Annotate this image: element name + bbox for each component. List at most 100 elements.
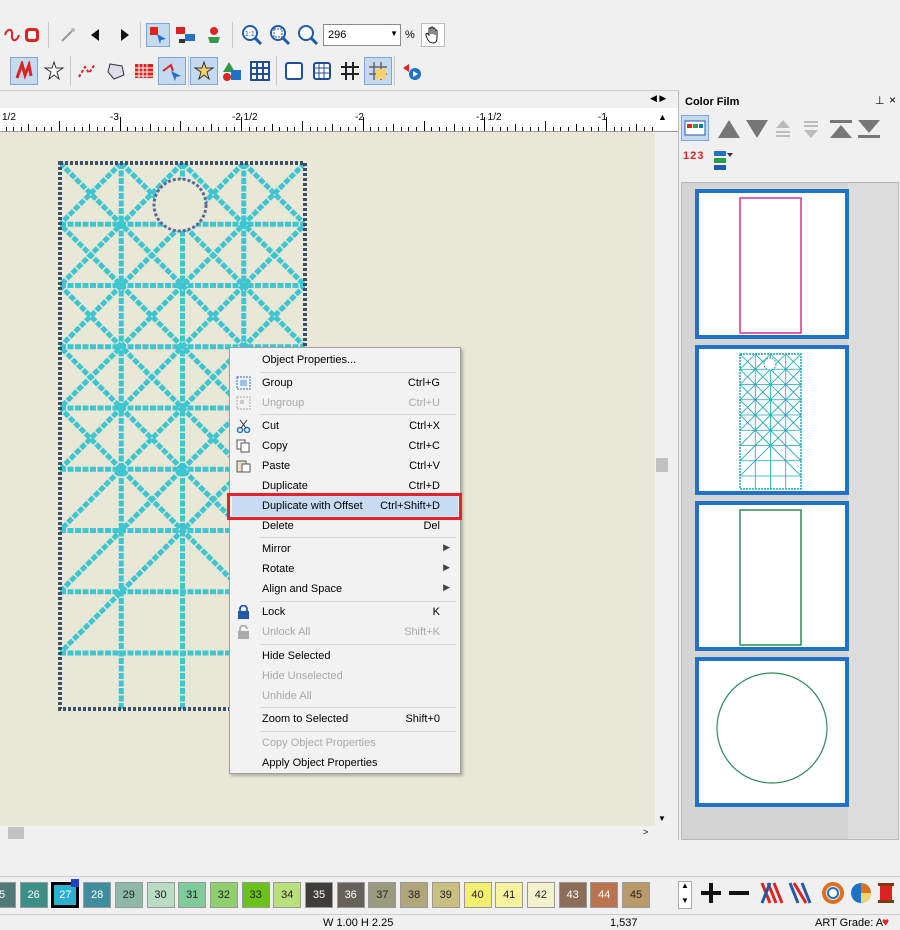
motif-star-icon[interactable] xyxy=(190,57,218,85)
palette-swatch[interactable]: 28 xyxy=(83,882,112,908)
edit-points-icon[interactable] xyxy=(158,57,186,85)
next-object-icon[interactable] xyxy=(112,23,136,47)
chevron-down-icon[interactable]: ▼ xyxy=(390,29,398,38)
hoop-grid-icon[interactable] xyxy=(308,57,336,85)
order-label[interactable]: 1 2 3 xyxy=(683,150,703,162)
palette-swatch[interactable]: 31 xyxy=(178,882,207,908)
chevron-down-icon[interactable]: ▼ xyxy=(681,896,689,905)
film-card-grid-teal[interactable] xyxy=(695,345,849,495)
move-down-one-icon[interactable] xyxy=(803,119,819,142)
film-card-rectangle-pink[interactable] xyxy=(695,189,849,339)
menu-item-align-and-space[interactable]: Align and Space ▶ xyxy=(232,579,458,599)
scrollbar-thumb[interactable] xyxy=(656,458,668,472)
move-to-bottom-icon[interactable] xyxy=(857,119,881,142)
film-view-button[interactable] xyxy=(681,115,709,141)
film-card-rectangle-green[interactable] xyxy=(695,501,849,651)
appliance-icon[interactable] xyxy=(202,23,226,47)
menu-item-copy[interactable]: Copy Ctrl+C xyxy=(232,436,458,456)
palette-swatch[interactable]: 35 xyxy=(305,882,333,908)
zoom-fit-icon[interactable] xyxy=(268,23,292,47)
running-stitch-icon[interactable] xyxy=(74,57,102,85)
palette-swatch[interactable]: 39 xyxy=(431,882,460,908)
palette-swatch[interactable]: 34 xyxy=(273,882,302,908)
color-wheel-icon[interactable] xyxy=(822,882,844,907)
fill-pattern-icon[interactable] xyxy=(130,57,158,85)
stitch-player-icon[interactable] xyxy=(398,57,426,85)
vertical-scrollbar[interactable]: ▼ xyxy=(655,132,669,826)
zoom-actual-size-icon[interactable]: 1:1 xyxy=(240,23,264,47)
palette-swatch[interactable]: 29 xyxy=(114,882,143,908)
ruler-tick xyxy=(424,121,425,131)
move-down-icon[interactable] xyxy=(745,119,769,142)
submenu-arrow-icon: ▶ xyxy=(443,542,450,552)
palette-scroll[interactable]: ▲ ▼ xyxy=(678,881,692,909)
satin-stitch-icon[interactable] xyxy=(10,57,38,85)
magic-wand-icon[interactable] xyxy=(56,23,80,47)
menu-item-ungroup[interactable]: Ungroup Ctrl+U xyxy=(232,393,458,413)
close-icon[interactable]: × xyxy=(889,93,896,107)
menu-item-copy-object-properties[interactable]: Copy Object Properties xyxy=(232,733,458,753)
thread-chart-icon[interactable] xyxy=(760,881,784,908)
grid-fill-icon[interactable] xyxy=(246,57,274,85)
scroll-right-icon[interactable]: > xyxy=(643,827,648,837)
palette-swatch[interactable]: 26 xyxy=(19,882,48,908)
move-up-one-icon[interactable] xyxy=(775,119,791,142)
scrollbar-thumb[interactable] xyxy=(8,827,24,839)
color-order-icon[interactable] xyxy=(713,150,733,175)
palette-swatch[interactable]: 37 xyxy=(368,882,397,908)
grid-icon[interactable] xyxy=(336,57,364,85)
guide-grid-icon[interactable] xyxy=(364,57,392,85)
zoom-icon[interactable] xyxy=(296,23,320,47)
menu-item-cut[interactable]: Cut Ctrl+X xyxy=(232,416,458,436)
palette-swatch[interactable]: 30 xyxy=(146,882,175,908)
palette-swatch[interactable]: 32 xyxy=(209,882,238,908)
palette-swatch[interactable]: 42 xyxy=(526,882,555,908)
menu-item-apply-object-properties[interactable]: Apply Object Properties xyxy=(232,753,458,773)
thread-swap-icon[interactable] xyxy=(788,881,812,908)
scroll-up-icon[interactable]: ▲ xyxy=(658,112,667,122)
menu-item-group[interactable]: Group Ctrl+G xyxy=(232,373,458,393)
menu-item-object-properties[interactable]: Object Properties... xyxy=(232,350,458,370)
menu-item-zoom-to-selected[interactable]: Zoom to Selected Shift+0 xyxy=(232,709,458,729)
menu-item-paste[interactable]: Paste Ctrl+V xyxy=(232,456,458,476)
menu-item-unhide-all[interactable]: Unhide All xyxy=(232,686,458,706)
flower-frame-icon[interactable] xyxy=(20,23,44,47)
menu-item-lock[interactable]: Lock K xyxy=(232,602,458,622)
menu-item-hide-selected[interactable]: Hide Selected xyxy=(232,646,458,666)
add-color-icon[interactable] xyxy=(700,882,722,907)
palette-swatch[interactable]: 44 xyxy=(590,882,619,908)
horizontal-scrollbar[interactable]: > xyxy=(0,826,669,840)
scroll-left-icon[interactable]: ◀ ▶ xyxy=(650,93,666,104)
hoop-frame-icon[interactable] xyxy=(280,57,308,85)
palette-swatch[interactable]: 33 xyxy=(241,882,270,908)
move-to-top-icon[interactable] xyxy=(829,119,853,142)
menu-item-unlock-all[interactable]: Unlock All Shift+K xyxy=(232,622,458,642)
previous-object-icon[interactable] xyxy=(84,23,108,47)
film-card-circle-green[interactable] xyxy=(695,657,849,807)
menu-item-mirror[interactable]: Mirror ▶ xyxy=(232,539,458,559)
shape-star-icon[interactable] xyxy=(40,57,68,85)
palette-swatch[interactable]: 41 xyxy=(495,882,524,908)
outline-shape-icon[interactable] xyxy=(102,57,130,85)
zoom-input[interactable]: 296 ▼ xyxy=(323,24,401,46)
scroll-down-icon[interactable]: ▼ xyxy=(658,814,666,823)
shapes-icon[interactable] xyxy=(218,57,246,85)
chevron-up-icon[interactable]: ▲ xyxy=(681,881,689,890)
menu-item-hide-unselected[interactable]: Hide Unselected xyxy=(232,666,458,686)
palette-swatch[interactable]: 36 xyxy=(336,882,365,908)
palette-swatch[interactable]: 38 xyxy=(400,882,429,908)
color-sort-icon[interactable] xyxy=(174,23,198,47)
select-mode-icon[interactable] xyxy=(146,23,170,47)
pan-hand-icon[interactable] xyxy=(421,23,445,47)
menu-item-rotate[interactable]: Rotate ▶ xyxy=(232,559,458,579)
palette-swatch[interactable]: 43 xyxy=(558,882,587,908)
palette-swatch[interactable]: 5 xyxy=(0,882,16,908)
palette-swatch[interactable]: 45 xyxy=(622,882,650,908)
move-up-icon[interactable] xyxy=(717,119,741,142)
color-ball-icon[interactable] xyxy=(850,882,872,907)
pin-icon[interactable]: ⊥ xyxy=(875,94,885,107)
heart-icon: ♥ xyxy=(882,915,890,929)
palette-swatch[interactable]: 40 xyxy=(463,882,492,908)
remove-color-icon[interactable] xyxy=(728,882,750,907)
thread-spool-icon[interactable] xyxy=(876,882,896,907)
